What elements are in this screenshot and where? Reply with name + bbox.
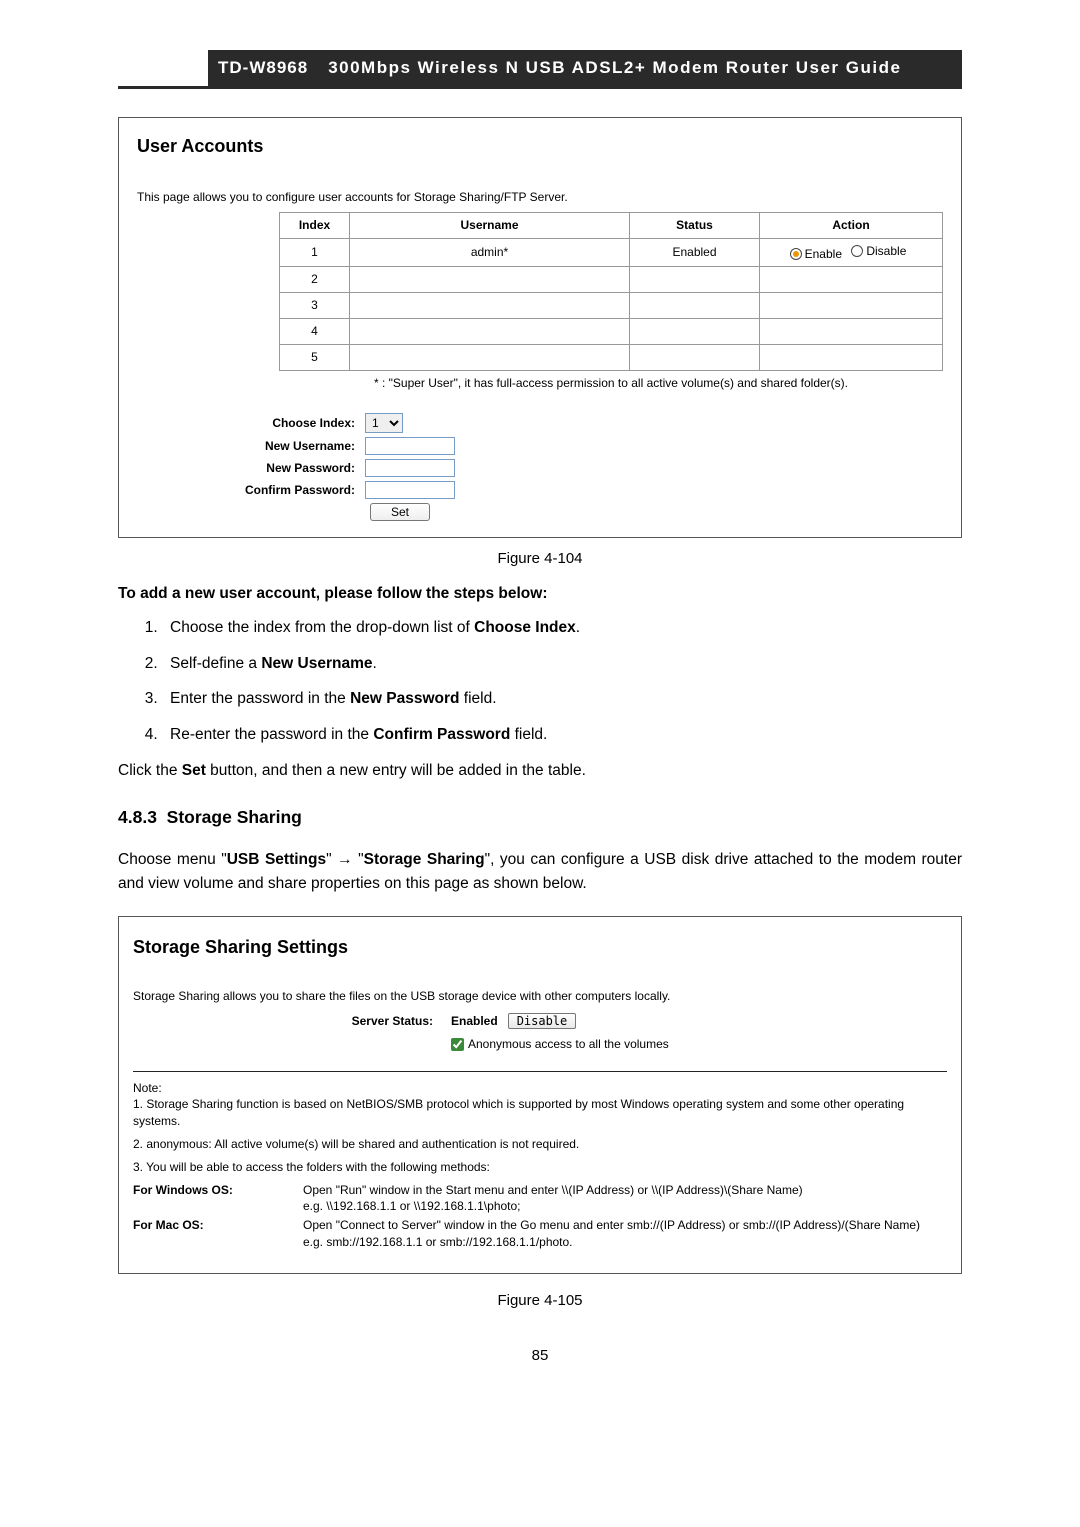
- new-password-input[interactable]: [365, 459, 455, 477]
- figure-caption-1: Figure 4-104: [118, 548, 962, 569]
- cell-index: 1: [280, 238, 350, 267]
- note-1: 1. Storage Sharing function is based on …: [133, 1096, 947, 1130]
- cell-index: 3: [280, 293, 350, 319]
- windows-line-2: e.g. \\192.168.1.1 or \\192.168.1.1\phot…: [303, 1198, 947, 1215]
- disable-button[interactable]: Disable: [508, 1013, 577, 1029]
- mac-line-2: e.g. smb://192.168.1.1 or smb://192.168.…: [303, 1234, 947, 1251]
- server-status-value: Enabled: [451, 1013, 498, 1030]
- anonymous-label: Anonymous access to all the volumes: [468, 1036, 669, 1053]
- server-status-row: Server Status: Enabled Disable: [133, 1013, 947, 1030]
- section-heading: 4.8.3 Storage Sharing: [118, 805, 962, 830]
- windows-os-label: For Windows OS:: [133, 1182, 303, 1216]
- cell-action: [760, 267, 943, 293]
- cell-username: admin*: [350, 238, 630, 267]
- anonymous-row: Anonymous access to all the volumes: [451, 1036, 947, 1053]
- cell-status: [630, 293, 760, 319]
- storage-sharing-panel: Storage Sharing Settings Storage Sharing…: [118, 916, 962, 1274]
- cell-username: [350, 344, 630, 370]
- note-heading: Note:: [133, 1080, 947, 1097]
- step-3: Enter the password in the New Password f…: [162, 688, 962, 710]
- mac-os-row: For Mac OS: Open "Connect to Server" win…: [133, 1217, 947, 1251]
- accounts-table: Index Username Status Action 1 admin* En…: [279, 212, 943, 371]
- mac-line-1: Open "Connect to Server" window in the G…: [303, 1217, 947, 1234]
- enable-radio[interactable]: Enable: [790, 246, 842, 263]
- divider: [133, 1071, 947, 1072]
- cell-status: Enabled: [630, 238, 760, 267]
- panel-heading: User Accounts: [137, 134, 943, 159]
- cell-status: [630, 318, 760, 344]
- cell-status: [630, 267, 760, 293]
- choose-index-select[interactable]: 1: [365, 413, 403, 433]
- model-code: TD-W8968: [208, 50, 318, 86]
- cell-index: 2: [280, 267, 350, 293]
- doc-header-bar: TD-W8968 300Mbps Wireless N USB ADSL2+ M…: [118, 50, 962, 89]
- cell-action: [760, 344, 943, 370]
- doc-title: 300Mbps Wireless N USB ADSL2+ Modem Rout…: [318, 50, 962, 86]
- new-username-label: New Username:: [205, 438, 355, 455]
- steps-list: Choose the index from the drop-down list…: [162, 617, 962, 746]
- anonymous-checkbox[interactable]: [451, 1038, 464, 1051]
- panel-intro: This page allows you to configure user a…: [137, 189, 943, 206]
- col-index: Index: [280, 212, 350, 238]
- disable-radio[interactable]: Disable: [851, 243, 906, 260]
- user-accounts-panel: User Accounts This page allows you to co…: [118, 117, 962, 539]
- user-form: Choose Index: 1 New Username: New Passwo…: [205, 413, 943, 521]
- step-1: Choose the index from the drop-down list…: [162, 617, 962, 639]
- figure-caption-2: Figure 4-105: [118, 1290, 962, 1311]
- col-action: Action: [760, 212, 943, 238]
- page-number: 85: [118, 1345, 962, 1366]
- click-set-paragraph: Click the Set button, and then a new ent…: [118, 760, 962, 782]
- mac-os-label: For Mac OS:: [133, 1217, 303, 1251]
- new-username-input[interactable]: [365, 437, 455, 455]
- new-password-label: New Password:: [205, 460, 355, 477]
- cell-index: 5: [280, 344, 350, 370]
- instructions-heading: To add a new user account, please follow…: [118, 583, 962, 605]
- storage-sharing-paragraph: Choose menu "USB Settings" → "Storage Sh…: [118, 848, 962, 896]
- table-row: 3: [280, 293, 943, 319]
- confirm-password-label: Confirm Password:: [205, 482, 355, 499]
- cell-action: [760, 318, 943, 344]
- disable-label: Disable: [866, 243, 906, 260]
- windows-line-1: Open "Run" window in the Start menu and …: [303, 1182, 947, 1199]
- windows-os-row: For Windows OS: Open "Run" window in the…: [133, 1182, 947, 1216]
- cell-username: [350, 293, 630, 319]
- table-row: 1 admin* Enabled Enable Disable: [280, 238, 943, 267]
- step-4: Re-enter the password in the Confirm Pas…: [162, 724, 962, 746]
- cell-action: Enable Disable: [760, 238, 943, 267]
- note-3: 3. You will be able to access the folder…: [133, 1159, 947, 1176]
- table-row: 4: [280, 318, 943, 344]
- note-2: 2. anonymous: All active volume(s) will …: [133, 1136, 947, 1153]
- table-row: 2: [280, 267, 943, 293]
- set-button[interactable]: Set: [370, 503, 430, 521]
- cell-username: [350, 267, 630, 293]
- table-row: 5: [280, 344, 943, 370]
- panel2-heading: Storage Sharing Settings: [133, 935, 947, 960]
- col-status: Status: [630, 212, 760, 238]
- col-username: Username: [350, 212, 630, 238]
- super-user-footnote: * : "Super User", it has full-access per…: [279, 375, 943, 392]
- cell-username: [350, 318, 630, 344]
- server-status-label: Server Status:: [133, 1013, 433, 1030]
- step-2: Self-define a New Username.: [162, 653, 962, 675]
- cell-action: [760, 293, 943, 319]
- cell-status: [630, 344, 760, 370]
- panel2-intro: Storage Sharing allows you to share the …: [133, 988, 947, 1005]
- choose-index-label: Choose Index:: [205, 415, 355, 432]
- confirm-password-input[interactable]: [365, 481, 455, 499]
- enable-label: Enable: [805, 246, 842, 263]
- cell-index: 4: [280, 318, 350, 344]
